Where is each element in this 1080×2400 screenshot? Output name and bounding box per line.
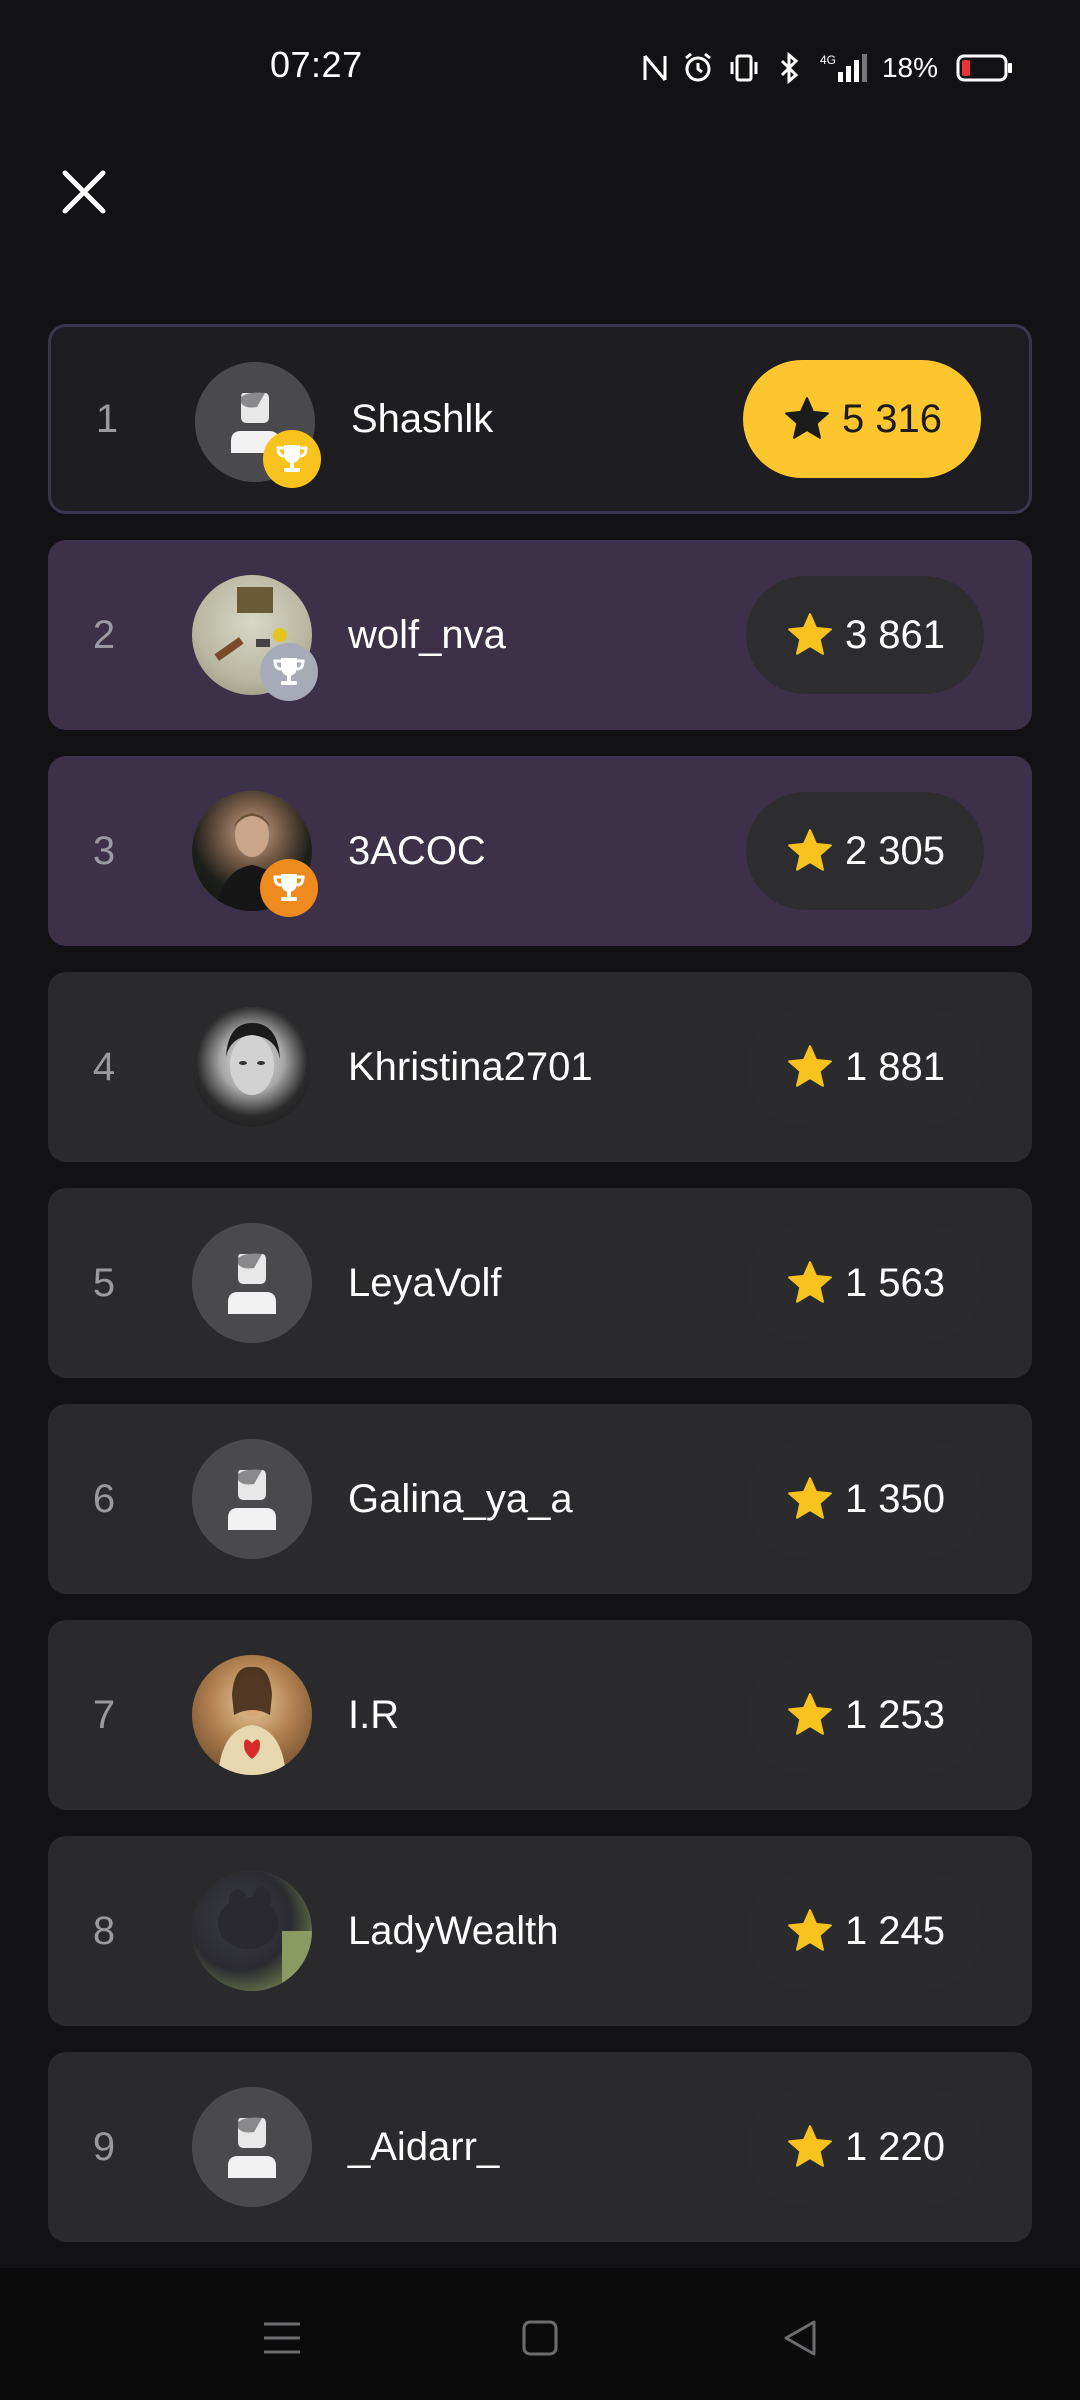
star-icon xyxy=(788,829,832,871)
rank-number: 1 xyxy=(95,396,119,441)
svg-text:4G: 4G xyxy=(820,53,836,67)
trophy-icon xyxy=(273,874,305,901)
default-avatar-icon xyxy=(228,1469,276,1530)
score-value: 2 305 xyxy=(844,828,946,873)
leaderboard-row[interactable]: 9 _Aidarr_ 1 220 xyxy=(48,2052,1032,2242)
score-value: 1 253 xyxy=(844,1692,946,1737)
score-badge: 1 350 xyxy=(746,1440,984,1558)
photo-avatar-image xyxy=(226,1023,280,1095)
score-badge: 1 253 xyxy=(746,1656,984,1774)
username: wolf_nva xyxy=(348,612,506,657)
trophy-icon xyxy=(273,658,305,685)
system-nav-bar xyxy=(0,2268,1080,2400)
username: Khristina2701 xyxy=(348,1044,593,1089)
score-value: 3 861 xyxy=(844,612,946,657)
leaderboard-row[interactable]: 2 wolf_nva 3 861 xyxy=(48,540,1032,730)
star-icon xyxy=(788,1477,832,1519)
home-icon xyxy=(522,2320,558,2356)
username: Shashlk xyxy=(351,396,494,441)
star-icon xyxy=(785,397,829,439)
username: 3ACOC xyxy=(348,828,486,873)
nfc-icon xyxy=(643,55,667,81)
star-icon xyxy=(788,1045,832,1087)
username: _Aidarr_ xyxy=(348,2124,500,2169)
status-icons: 4G 18% xyxy=(642,48,1014,88)
score-value: 1 350 xyxy=(844,1476,946,1521)
avatar xyxy=(192,2087,312,2207)
rank-number: 4 xyxy=(92,1044,116,1089)
rank-number: 9 xyxy=(92,2124,116,2169)
default-avatar-icon xyxy=(228,2117,276,2178)
avatar xyxy=(195,362,321,488)
score-badge: 1 881 xyxy=(746,1008,984,1126)
rank-number: 7 xyxy=(92,1692,116,1737)
rank-number: 2 xyxy=(92,612,116,657)
vibrate-icon xyxy=(730,54,758,82)
photo-avatar-image xyxy=(218,1887,312,1991)
avatar xyxy=(192,1439,312,1559)
avatar xyxy=(192,575,318,701)
avatar xyxy=(192,1871,312,1991)
default-avatar-icon xyxy=(228,1253,276,1314)
rank-number: 3 xyxy=(92,828,116,873)
star-icon xyxy=(788,613,832,655)
photo-avatar-image xyxy=(218,1666,286,1775)
leaderboard-row[interactable]: 7 I.R 1 253 xyxy=(48,1620,1032,1810)
status-time: 07:27 xyxy=(270,44,363,85)
close-button[interactable] xyxy=(56,164,112,220)
leaderboard-row[interactable]: 8 LadyWealth 1 245 xyxy=(48,1836,1032,2026)
bluetooth-icon xyxy=(780,52,799,84)
back-button[interactable] xyxy=(770,2308,830,2368)
leaderboard-row[interactable]: 5 LeyaVolf 1 563 xyxy=(48,1188,1032,1378)
trophy-gold-badge xyxy=(263,430,321,488)
rank-number: 6 xyxy=(92,1476,116,1521)
avatar xyxy=(192,791,318,917)
avatar xyxy=(192,1007,312,1127)
menu-icon xyxy=(264,2322,300,2354)
username: Galina_ya_a xyxy=(348,1476,573,1521)
score-value: 1 881 xyxy=(844,1044,946,1089)
leaderboard-row[interactable]: 4 Khristina2701 1 881 xyxy=(48,972,1032,1162)
leaderboard-list: 1 Shashlk 5 316 2 wolf_nva 3 861 3 3ACOC… xyxy=(48,324,1032,2268)
star-icon xyxy=(788,1909,832,1951)
signal-4g-icon: 4G xyxy=(820,53,867,82)
avatar xyxy=(192,1223,312,1343)
back-icon xyxy=(784,2320,816,2356)
close-icon xyxy=(62,170,106,214)
username: I.R xyxy=(348,1692,400,1737)
rank-number: 8 xyxy=(92,1908,116,1953)
trophy-icon xyxy=(276,445,308,472)
score-badge: 1 220 xyxy=(746,2088,984,2206)
username: LeyaVolf xyxy=(348,1260,502,1305)
alarm-icon xyxy=(685,52,711,82)
avatar xyxy=(192,1655,312,1775)
home-button[interactable] xyxy=(510,2308,570,2368)
star-icon xyxy=(788,1261,832,1303)
leaderboard-row[interactable]: 3 3ACOC 2 305 xyxy=(48,756,1032,946)
score-badge: 2 305 xyxy=(746,792,984,910)
star-icon xyxy=(788,1693,832,1735)
status-bar: 07:27 4G 18% xyxy=(0,0,1080,130)
leaderboard-row[interactable]: 6 Galina_ya_a 1 350 xyxy=(48,1404,1032,1594)
menu-button[interactable] xyxy=(252,2308,312,2368)
leaderboard-row-current-user[interactable]: 1 Shashlk 5 316 xyxy=(48,324,1032,514)
username: LadyWealth xyxy=(348,1908,559,1953)
rank-number: 5 xyxy=(92,1260,116,1305)
star-icon xyxy=(788,2125,832,2167)
score-badge: 5 316 xyxy=(743,360,981,478)
battery-icon xyxy=(956,54,1012,82)
score-badge: 1 563 xyxy=(746,1224,984,1342)
trophy-silver-badge xyxy=(260,643,318,701)
score-value: 1 563 xyxy=(844,1260,946,1305)
score-value: 5 316 xyxy=(841,396,943,441)
score-badge: 1 245 xyxy=(746,1872,984,1990)
score-value: 1 245 xyxy=(844,1908,946,1953)
battery-percent: 18% xyxy=(881,52,938,83)
score-badge: 3 861 xyxy=(746,576,984,694)
trophy-bronze-badge xyxy=(260,859,318,917)
score-value: 1 220 xyxy=(844,2124,946,2169)
